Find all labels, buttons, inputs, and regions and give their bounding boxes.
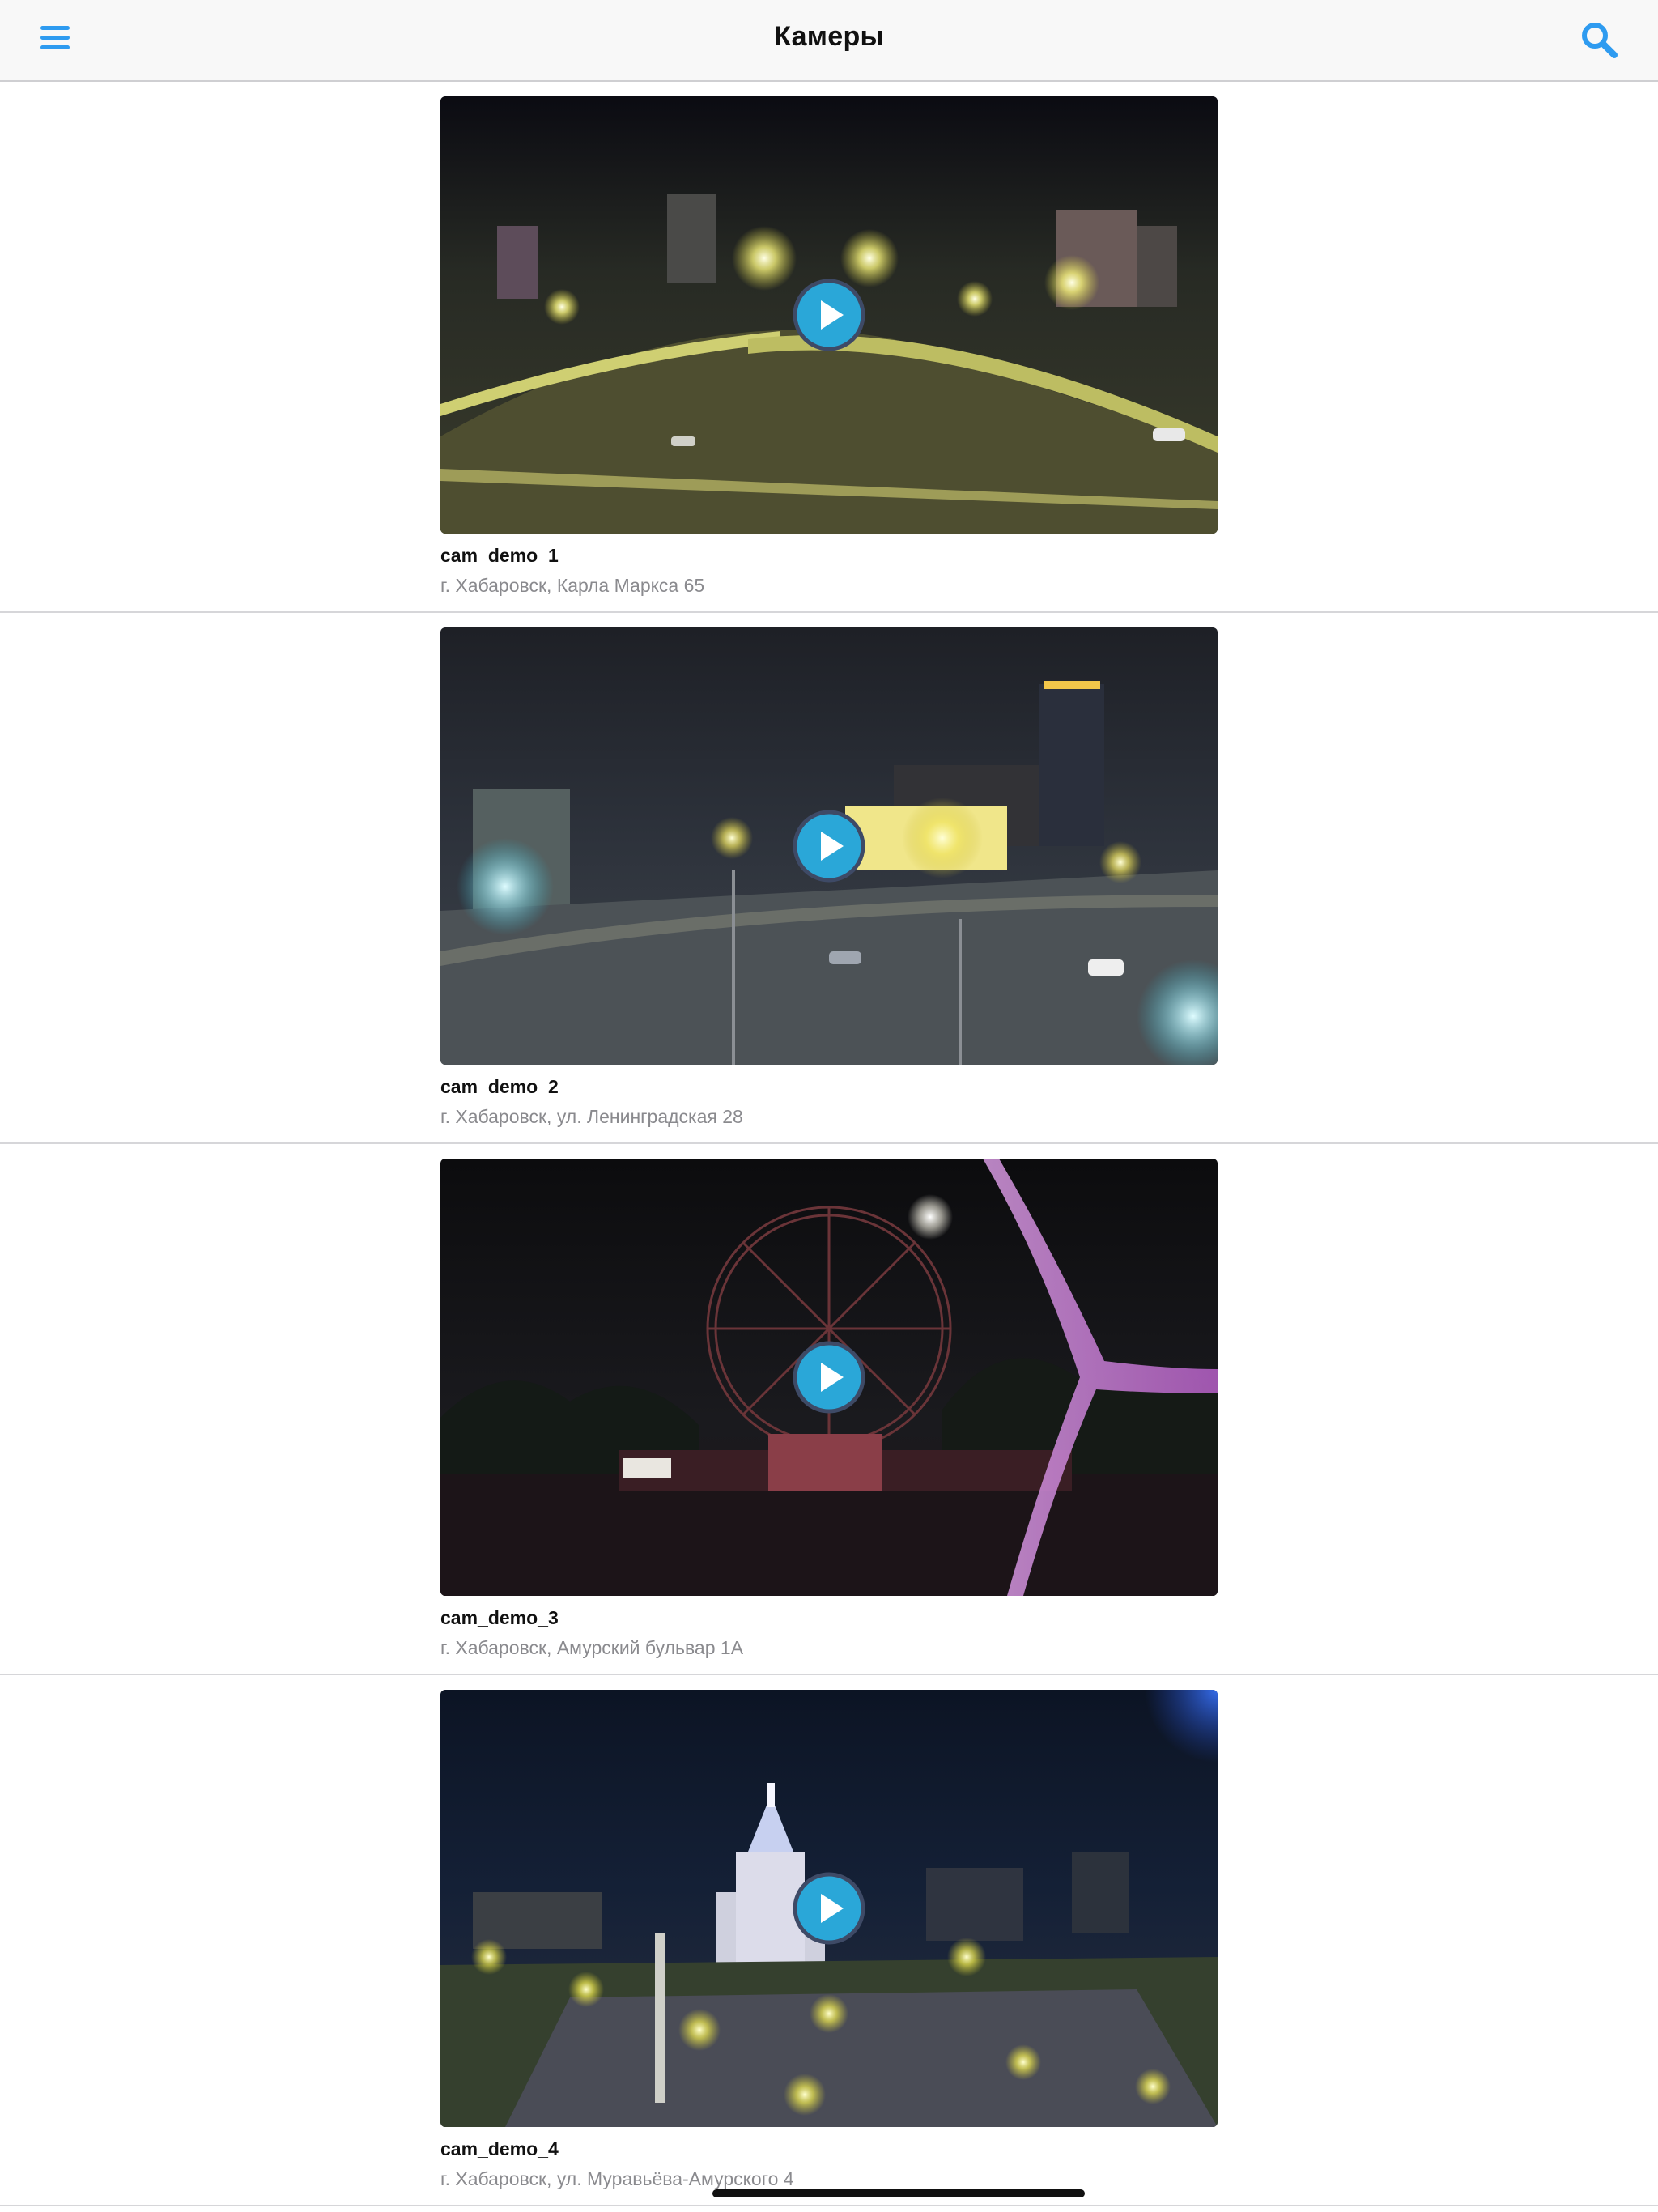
- camera-cell[interactable]: cam_demo_2 г. Хабаровск, ул. Ленинградск…: [0, 613, 1658, 1144]
- search-icon[interactable]: [1579, 19, 1619, 60]
- camera-cell[interactable]: cam_demo_3 г. Хабаровск, Амурский бульва…: [0, 1144, 1658, 1675]
- app-root: Камеры cam_demo_1 г. Хабаровск, Карла Ма…: [0, 0, 1658, 2212]
- page-title: Камеры: [774, 21, 884, 52]
- play-icon[interactable]: [792, 809, 866, 883]
- play-icon[interactable]: [792, 1340, 866, 1414]
- camera-name: cam_demo_3: [440, 1607, 559, 1628]
- camera-list: cam_demo_1 г. Хабаровск, Карла Маркса 65: [0, 82, 1658, 2206]
- camera-name: cam_demo_1: [440, 545, 559, 566]
- camera-thumbnail[interactable]: [440, 96, 1218, 534]
- camera-thumbnail[interactable]: [440, 1690, 1218, 2127]
- play-icon[interactable]: [792, 278, 866, 352]
- home-indicator[interactable]: [712, 2189, 1085, 2197]
- navigation-bar: Камеры: [0, 0, 1658, 82]
- camera-thumbnail[interactable]: [440, 1159, 1218, 1596]
- camera-address: г. Хабаровск, Амурский бульвар 1А: [440, 1637, 744, 1658]
- camera-address: г. Хабаровск, ул. Ленинградская 28: [440, 1106, 743, 1127]
- camera-name: cam_demo_2: [440, 1076, 559, 1097]
- camera-cell[interactable]: cam_demo_1 г. Хабаровск, Карла Маркса 65: [0, 82, 1658, 613]
- play-icon[interactable]: [792, 1871, 866, 1946]
- camera-cell[interactable]: cam_demo_4 г. Хабаровск, ул. Муравьёва-А…: [0, 1675, 1658, 2206]
- camera-address: г. Хабаровск, ул. Муравьёва-Амурского 4: [440, 2168, 794, 2189]
- camera-name: cam_demo_4: [440, 2138, 559, 2159]
- camera-address: г. Хабаровск, Карла Маркса 65: [440, 575, 705, 596]
- camera-thumbnail[interactable]: [440, 627, 1218, 1065]
